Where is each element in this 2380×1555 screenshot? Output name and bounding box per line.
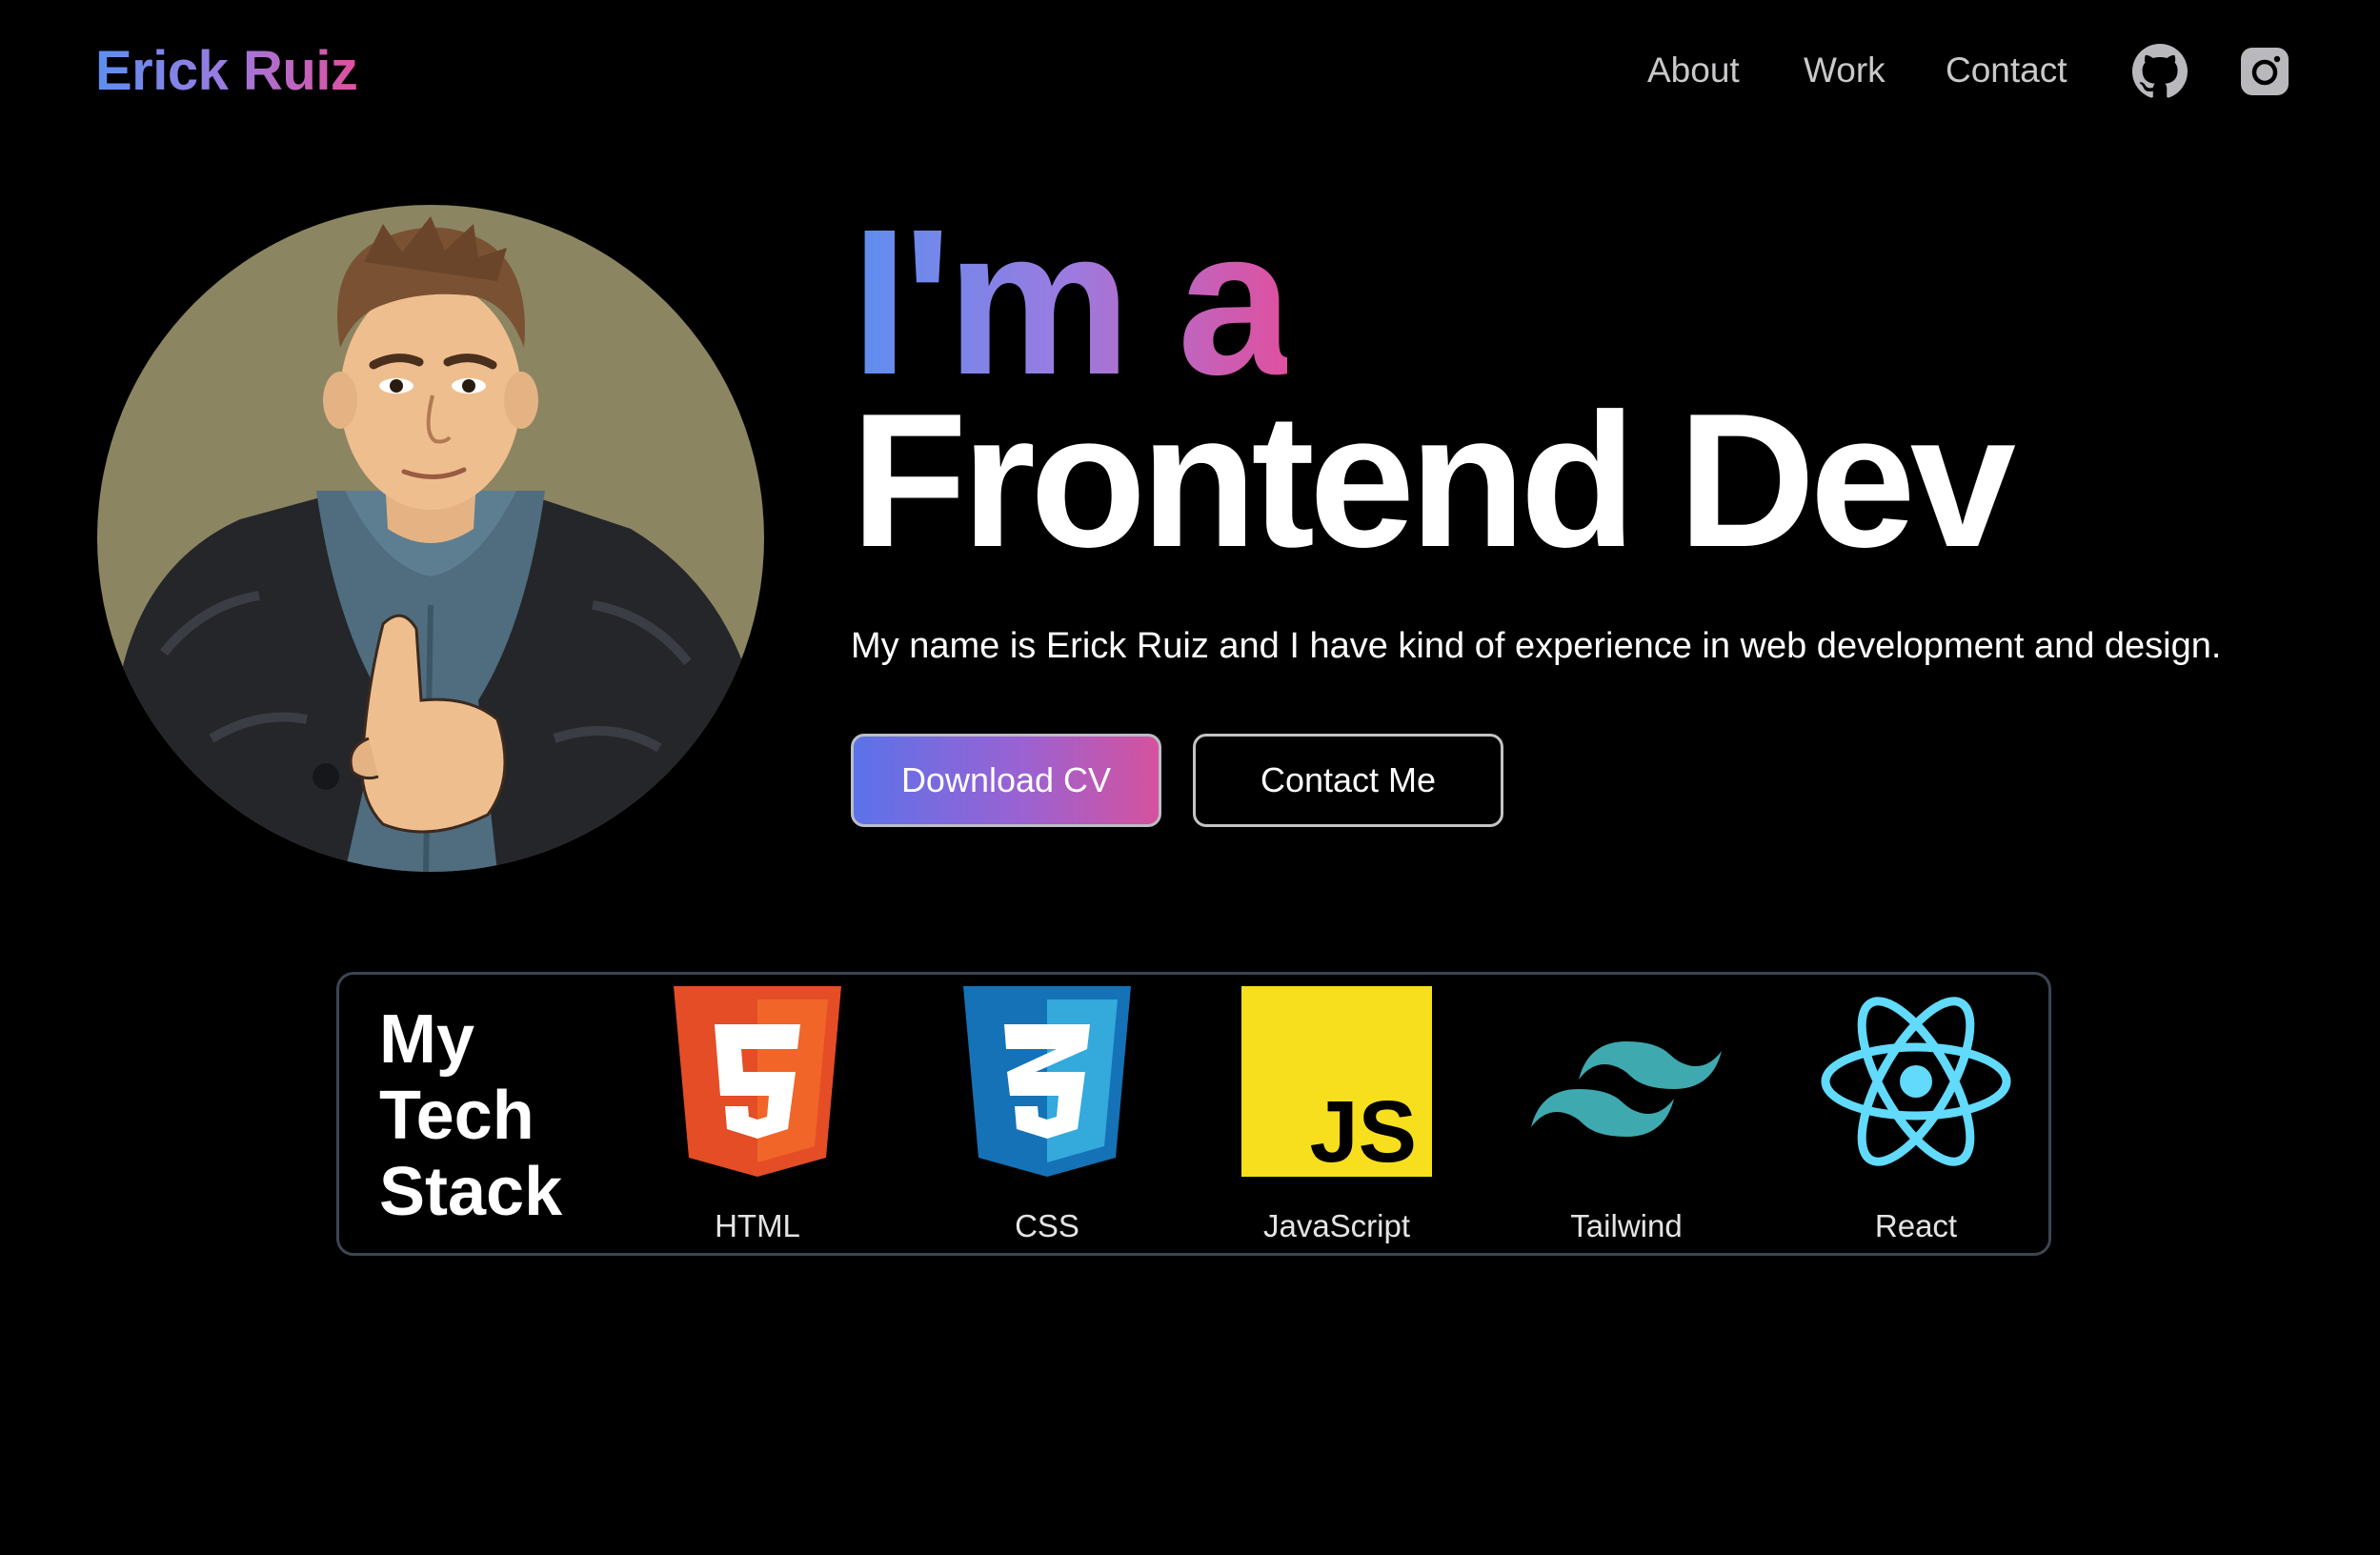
- tech-label-javascript: JavaScript: [1262, 1208, 1411, 1243]
- html5-icon: [674, 986, 841, 1177]
- tech-label-tailwind: Tailwind: [1570, 1208, 1683, 1243]
- react-icon: [1821, 997, 2011, 1166]
- profile-avatar: [97, 205, 764, 872]
- contact-me-button[interactable]: Contact Me: [1193, 734, 1503, 827]
- svg-text:JS: JS: [1309, 1083, 1417, 1177]
- hero-description: My name is Erick Ruiz and I have kind of…: [851, 626, 2222, 666]
- tech-stack-title-line3: Stack: [379, 1154, 563, 1230]
- css3-icon: [963, 986, 1131, 1177]
- site-logo[interactable]: Erick Ruiz: [95, 38, 358, 105]
- tech-stack-title-line2: Tech: [379, 1078, 534, 1154]
- tech-stack-title-line1: My: [379, 1001, 475, 1078]
- tech-stack-title: My Tech Stack: [379, 1001, 562, 1230]
- nav-work-link[interactable]: Work: [1804, 44, 1886, 97]
- tech-item-javascript: JS JavaScript: [1222, 986, 1451, 1243]
- tech-item-tailwind: Tailwind: [1512, 986, 1741, 1243]
- javascript-icon: JS: [1241, 986, 1432, 1177]
- tech-item-html: HTML: [643, 986, 872, 1243]
- download-cv-button[interactable]: Download CV: [851, 734, 1161, 827]
- tech-item-css: CSS: [933, 986, 1161, 1243]
- nav-contact-link[interactable]: Contact: [1946, 44, 2067, 97]
- instagram-icon[interactable]: [2237, 44, 2292, 99]
- tech-label-html: HTML: [715, 1208, 800, 1243]
- tech-stack-card: My Tech Stack HTML CSS JS JavaScript Tai…: [336, 972, 2051, 1256]
- hero-title-line2: Frontend Dev: [851, 374, 2016, 587]
- github-icon[interactable]: [2132, 44, 2188, 99]
- tech-label-css: CSS: [1015, 1208, 1079, 1243]
- tech-label-react: React: [1874, 1208, 1958, 1243]
- tech-item-react: React: [1802, 986, 2030, 1243]
- nav-about-link[interactable]: About: [1647, 44, 1740, 97]
- tailwind-icon: [1531, 1041, 1722, 1137]
